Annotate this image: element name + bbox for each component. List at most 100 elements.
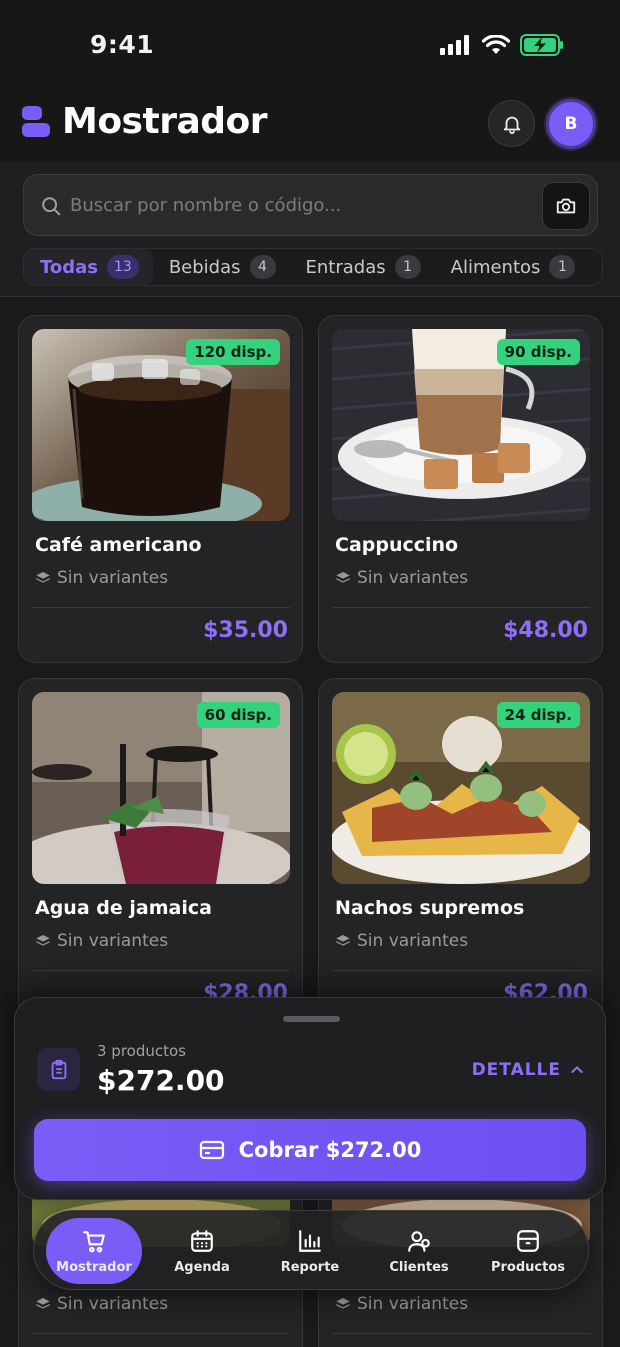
sheet-drag-handle[interactable]: [283, 1016, 340, 1022]
product-image-hibiscus-drink: 60 disp.: [32, 692, 290, 884]
chevron-up-icon: [571, 1066, 583, 1073]
stock-badge: 24 disp.: [496, 702, 580, 728]
battery-charging-icon: [520, 34, 563, 56]
tab-count-badge: 1: [394, 255, 421, 279]
variants-label: Sin variantes: [57, 568, 169, 588]
divider: [32, 1333, 290, 1334]
nav-label: Agenda: [174, 1259, 230, 1275]
nav-item-mostrador[interactable]: Mostrador: [46, 1218, 142, 1284]
product-image-iced-coffee: 120 disp.: [32, 329, 290, 521]
product-card[interactable]: 90 disp. Cappuccino Sin variantes $48.00: [318, 315, 603, 663]
product-card[interactable]: 60 disp. Agua de jamaica Sin variantes $…: [18, 678, 303, 1026]
product-card[interactable]: 24 disp. Nachos supremos Sin variantes $…: [318, 678, 603, 1026]
category-tabs: Todas 13 Bebidas 4 Entradas 1 Alimentos …: [23, 248, 603, 286]
nav-item-clientes[interactable]: Clientes: [371, 1218, 467, 1284]
detail-label: DETALLE: [471, 1060, 561, 1080]
variants-label: Sin variantes: [357, 1294, 469, 1314]
divider: [332, 1333, 590, 1334]
product-variants: Sin variantes: [335, 931, 468, 951]
bell-icon: [503, 116, 520, 134]
app-title: Mostrador: [62, 101, 268, 142]
variants-label: Sin variantes: [357, 568, 469, 588]
layers-icon: [336, 572, 350, 583]
search-area: Todas 13 Bebidas 4 Entradas 1 Alimentos …: [0, 162, 620, 297]
product-name: Café americano: [35, 534, 202, 556]
nav-item-reporte[interactable]: Reporte: [262, 1218, 358, 1284]
status-time: 9:41: [90, 30, 155, 59]
product-variants: Sin variantes: [35, 931, 168, 951]
search-icon: [42, 197, 61, 216]
product-variants: Sin variantes: [335, 568, 468, 588]
tab-overflow[interactable]: P: [589, 249, 602, 285]
product-image-cappuccino: 90 disp.: [332, 329, 590, 521]
search-box: [23, 174, 598, 236]
credit-card-icon: [199, 1140, 224, 1160]
layers-icon: [336, 935, 350, 946]
product-name: Agua de jamaica: [35, 897, 212, 919]
tab-count-badge: 4: [249, 255, 276, 279]
divider: [332, 607, 590, 608]
cart-total: $272.00: [97, 1064, 225, 1097]
status-bar: 9:41: [0, 0, 620, 92]
bottom-navigation: Mostrador Agenda Reporte Clientes Produc…: [33, 1210, 589, 1290]
app-header: Mostrador B: [0, 92, 620, 162]
checkout-sheet: 3 productos $272.00 DETALLE Cobrar $272.…: [14, 997, 606, 1200]
variants-label: Sin variantes: [57, 931, 169, 951]
scan-camera-button[interactable]: [542, 182, 590, 230]
variants-label: Sin variantes: [357, 931, 469, 951]
signal-icon: [440, 35, 469, 55]
stock-badge: 60 disp.: [196, 702, 280, 728]
cart-detail-button[interactable]: DETALLE: [472, 1060, 585, 1080]
wifi-icon: [482, 35, 510, 54]
divider: [32, 607, 290, 608]
status-icons: [440, 34, 564, 56]
tab-alimentos[interactable]: Alimentos 1: [435, 249, 590, 285]
tab-label: Bebidas: [168, 256, 241, 278]
cart-item-count: 3 productos: [97, 1042, 186, 1060]
variants-label: Sin variantes: [57, 1294, 169, 1314]
nav-label: Mostrador: [56, 1259, 132, 1275]
receipt-icon: [37, 1048, 80, 1091]
product-variants: Sin variantes: [335, 1294, 468, 1314]
tab-bebidas[interactable]: Bebidas 4: [153, 249, 290, 285]
tab-label: Alimentos: [450, 256, 541, 278]
tab-count-badge: 1: [549, 255, 576, 279]
product-name: Nachos supremos: [335, 897, 525, 919]
tab-count-badge: 13: [107, 255, 139, 279]
product-name: Cappuccino: [335, 534, 459, 556]
tab-label: Todas: [40, 256, 98, 278]
bar-chart-icon: [299, 1229, 321, 1252]
layers-icon: [36, 572, 50, 583]
product-image-nachos: 24 disp.: [332, 692, 590, 884]
divider: [32, 970, 290, 971]
nav-item-productos[interactable]: Productos: [480, 1218, 576, 1284]
product-price: $35.00: [203, 618, 288, 643]
product-variants: Sin variantes: [35, 568, 168, 588]
product-card[interactable]: 120 disp. Café americano Sin variantes $…: [18, 315, 303, 663]
layers-icon: [36, 1298, 50, 1309]
product-variants: Sin variantes: [35, 1294, 168, 1314]
nav-label: Clientes: [389, 1259, 449, 1275]
app-logo: [22, 106, 52, 138]
stock-badge: 90 disp.: [496, 339, 580, 365]
notifications-button[interactable]: [488, 100, 535, 147]
divider: [332, 970, 590, 971]
stock-badge: 120 disp.: [186, 339, 280, 365]
layers-icon: [36, 935, 50, 946]
charge-button[interactable]: Cobrar $272.00: [34, 1119, 586, 1181]
cart-icon: [83, 1230, 105, 1252]
product-price: $48.00: [503, 618, 588, 643]
search-input[interactable]: [70, 189, 530, 221]
tab-todas[interactable]: Todas 13: [24, 249, 153, 285]
user-avatar[interactable]: B: [546, 99, 596, 149]
tab-label: Entradas: [305, 256, 386, 278]
nav-label: Productos: [490, 1259, 566, 1275]
tab-entradas[interactable]: Entradas 1: [290, 249, 435, 285]
camera-icon: [556, 198, 576, 214]
nav-label: Reporte: [280, 1259, 340, 1275]
users-icon: [408, 1230, 430, 1252]
nav-item-agenda[interactable]: Agenda: [154, 1218, 250, 1284]
layers-icon: [336, 1298, 350, 1309]
charge-label: Cobrar $272.00: [238, 1138, 422, 1162]
store-icon: [517, 1229, 539, 1252]
